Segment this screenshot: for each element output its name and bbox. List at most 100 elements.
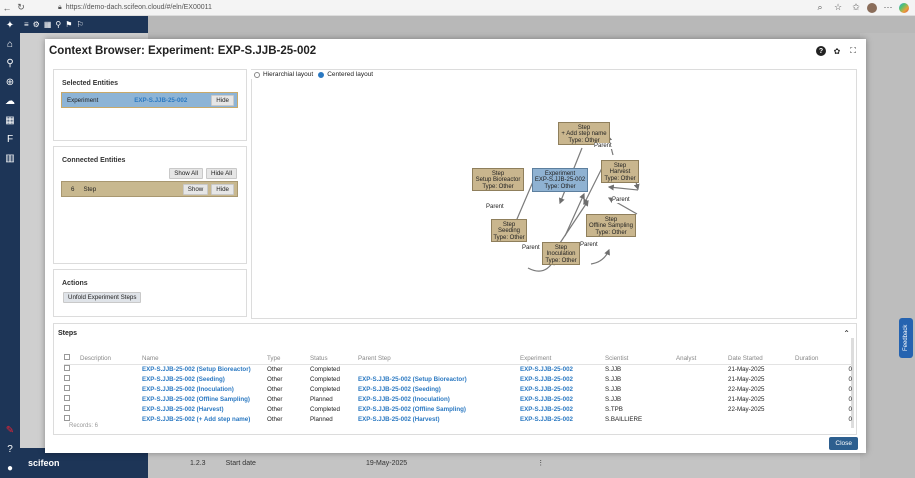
flag-icon[interactable]: ⚐ xyxy=(76,20,83,29)
table-cell[interactable]: EXP-S.JJB-25-002 (Offline Sampling) xyxy=(358,404,520,414)
row-checkbox[interactable] xyxy=(64,405,70,411)
cart-icon[interactable]: ⚑ xyxy=(65,20,72,29)
table-cell[interactable]: EXP-S.JJB-25-002 xyxy=(520,394,605,404)
lab-icon[interactable]: ▦ xyxy=(0,111,20,130)
selected-entity-row[interactable]: Experiment EXP-S.JJB-25-002 Hide xyxy=(61,92,238,108)
unfold-steps-button[interactable]: Unfold Experiment Steps xyxy=(63,292,142,303)
table-cell[interactable]: EXP-S.JJB-25-002 (Harvest) xyxy=(142,404,267,414)
hierarchial-layout-radio[interactable] xyxy=(254,71,260,78)
row-checkbox[interactable] xyxy=(64,385,70,391)
table-cell: Completed xyxy=(310,405,340,413)
app-logo-icon[interactable]: ✦ xyxy=(0,16,20,35)
home-icon[interactable]: ⌂ xyxy=(0,35,20,54)
table-cell[interactable]: EXP-S.JJB-25-002 xyxy=(520,364,605,374)
url-text: https://demo-dach.scifeon.cloud/#/eln/EX… xyxy=(65,4,212,11)
table-cell xyxy=(80,404,142,414)
chart-icon[interactable]: ▥ xyxy=(0,149,20,168)
table-cell[interactable]: EXP-S.JJB-25-002 (Harvest) xyxy=(358,414,520,424)
row-checkbox[interactable] xyxy=(64,415,70,421)
table-row[interactable]: EXP-S.JJB-25-002 (Inoculation) Other Compl… xyxy=(64,384,852,394)
upload-icon[interactable]: ☁ xyxy=(0,92,20,111)
feedback-tab[interactable]: Feedback xyxy=(899,318,913,358)
table-cell[interactable]: EXP-S.JJB-25-002 (Inoculation) xyxy=(142,384,267,394)
table-row[interactable]: EXP-S.JJB-25-002 (Seeding) Other Completed… xyxy=(64,374,852,384)
column-header[interactable]: Duration xyxy=(795,353,852,365)
expand-icon[interactable]: ⛶ xyxy=(848,46,858,56)
column-header[interactable]: Status xyxy=(310,353,358,365)
table-cell[interactable]: EXP-S.JJB-25-002 (Seeding) xyxy=(142,374,267,384)
row-checkbox[interactable] xyxy=(64,365,70,372)
entity-link[interactable]: EXP-S.JJB-25-002 xyxy=(134,97,187,104)
row-checkbox[interactable] xyxy=(64,395,70,401)
centered-layout-radio[interactable] xyxy=(318,71,325,78)
grid-icon[interactable]: ▦ xyxy=(44,20,52,29)
search-icon[interactable]: ⚲ xyxy=(55,20,61,29)
menu-icon[interactable]: ≡ xyxy=(24,20,29,29)
hide-entity-button[interactable]: Hide xyxy=(211,183,234,195)
row-checkbox[interactable] xyxy=(64,375,70,381)
close-button[interactable]: Close xyxy=(829,437,858,450)
app-top-toolbar: ≡ ⚙ ▦ ⚲ ⚑ ⚐ xyxy=(20,16,148,33)
table-cell[interactable]: EXP-S.JJB-25-002 (Setup Bioreactor) xyxy=(358,374,520,384)
chevron-up-icon[interactable]: ⌃ xyxy=(843,329,850,338)
hide-entity-button[interactable]: Hide xyxy=(211,94,234,106)
node-line: Type: Other xyxy=(493,234,525,241)
table-row[interactable]: EXP-S.JJB-25-002 (Harvest) Other Completed… xyxy=(64,404,852,414)
hide-all-button[interactable]: Hide All xyxy=(206,168,237,179)
column-header[interactable]: Date Started xyxy=(728,353,795,365)
table-cell[interactable]: EXP-S.JJB-25-002 (Offline Sampling) xyxy=(142,394,267,404)
graph-node-experiment[interactable]: Experiment EXP-S.JJB-25-002 Type: Other xyxy=(532,168,588,192)
graph-node-setup-bioreactor[interactable]: Step Setup Bioreactor Type: Other xyxy=(472,168,524,191)
table-cell[interactable]: EXP-S.JJB-25-002 (Setup Bioreactor) xyxy=(142,364,267,374)
bug-icon[interactable]: ✎ xyxy=(0,421,20,440)
user-icon[interactable]: ● xyxy=(0,459,20,478)
column-header[interactable]: Description xyxy=(80,353,142,365)
table-cell[interactable]: EXP-S.JJB-25-002 xyxy=(520,384,605,394)
column-header[interactable]: Analyst xyxy=(676,353,728,365)
gear-icon[interactable]: ✿ xyxy=(832,46,842,56)
table-row[interactable]: EXP-S.JJB-25-002 (Setup Bioreactor) Other… xyxy=(64,364,852,374)
copilot-icon[interactable] xyxy=(899,2,909,13)
show-all-button[interactable]: Show All xyxy=(169,168,204,179)
table-cell[interactable] xyxy=(358,364,520,374)
help-icon[interactable]: ? xyxy=(0,440,20,459)
table-cell[interactable]: EXP-S.JJB-25-002 (Seeding) xyxy=(358,384,520,394)
table-cell[interactable]: EXP-S.JJB-25-002 xyxy=(520,404,605,414)
address-bar[interactable]: 🔒︎ https://demo-dach.scifeon.cloud/#/eln… xyxy=(58,4,212,12)
entity-graph[interactable]: Experiment EXP-S.JJB-25-002 Type: Other … xyxy=(251,69,857,319)
column-header[interactable]: Type xyxy=(267,353,310,365)
field-menu-icon[interactable]: ⋮ xyxy=(537,459,544,467)
graph-node-offline-sampling[interactable]: Step Offline Sampling Type: Other xyxy=(586,214,636,237)
column-header[interactable]: Name xyxy=(142,353,267,365)
column-header[interactable]: Scientist xyxy=(605,353,676,365)
back-icon[interactable]: ← xyxy=(0,1,14,15)
profile-avatar[interactable] xyxy=(867,2,877,13)
node-line: Inoculation xyxy=(546,251,576,258)
graph-node-add-step[interactable]: Step + Add step name Type: Other xyxy=(558,122,610,145)
graph-node-seeding[interactable]: Step Seeding Type: Other xyxy=(491,219,527,242)
formula-icon[interactable]: F xyxy=(0,130,20,149)
connected-entity-row[interactable]: 6 Step Show Hide xyxy=(61,181,238,197)
entity-count: 6 xyxy=(71,185,75,193)
show-entity-button[interactable]: Show xyxy=(182,183,209,195)
select-all-checkbox[interactable] xyxy=(64,354,70,361)
search-icon[interactable]: ⚲ xyxy=(0,54,20,73)
zoom-icon[interactable]: ⌕ xyxy=(813,1,827,15)
column-header[interactable]: Experiment xyxy=(520,353,605,365)
reload-icon[interactable]: ↻ xyxy=(14,1,28,15)
favorites-bar-icon[interactable]: ✩ xyxy=(849,1,863,15)
table-cell[interactable]: EXP-S.JJB-25-002 (Inoculation) xyxy=(358,394,520,404)
graph-node-harvest[interactable]: Step Harvest Type: Other xyxy=(601,160,639,183)
help-icon[interactable]: ? xyxy=(816,46,826,56)
add-icon[interactable]: ⊕ xyxy=(0,73,20,92)
column-header[interactable]: Parent Step xyxy=(358,353,520,365)
table-row[interactable]: EXP-S.JJB-25-002 (Offline Sampling) Other… xyxy=(64,394,852,404)
tree-icon[interactable]: ⚙ xyxy=(33,20,40,29)
graph-node-inoculation[interactable]: Step Inoculation Type: Other xyxy=(542,242,580,265)
favorite-icon[interactable]: ☆ xyxy=(831,1,845,15)
table-cell[interactable]: EXP-S.JJB-25-002 xyxy=(520,374,605,384)
table-row[interactable]: EXP-S.JJB-25-002 (+ Add step name) Other P… xyxy=(64,414,852,424)
more-icon[interactable]: ⋯ xyxy=(881,1,895,15)
table-cell[interactable]: EXP-S.JJB-25-002 xyxy=(520,414,605,424)
table-cell[interactable]: EXP-S.JJB-25-002 (+ Add step name) xyxy=(142,414,267,424)
